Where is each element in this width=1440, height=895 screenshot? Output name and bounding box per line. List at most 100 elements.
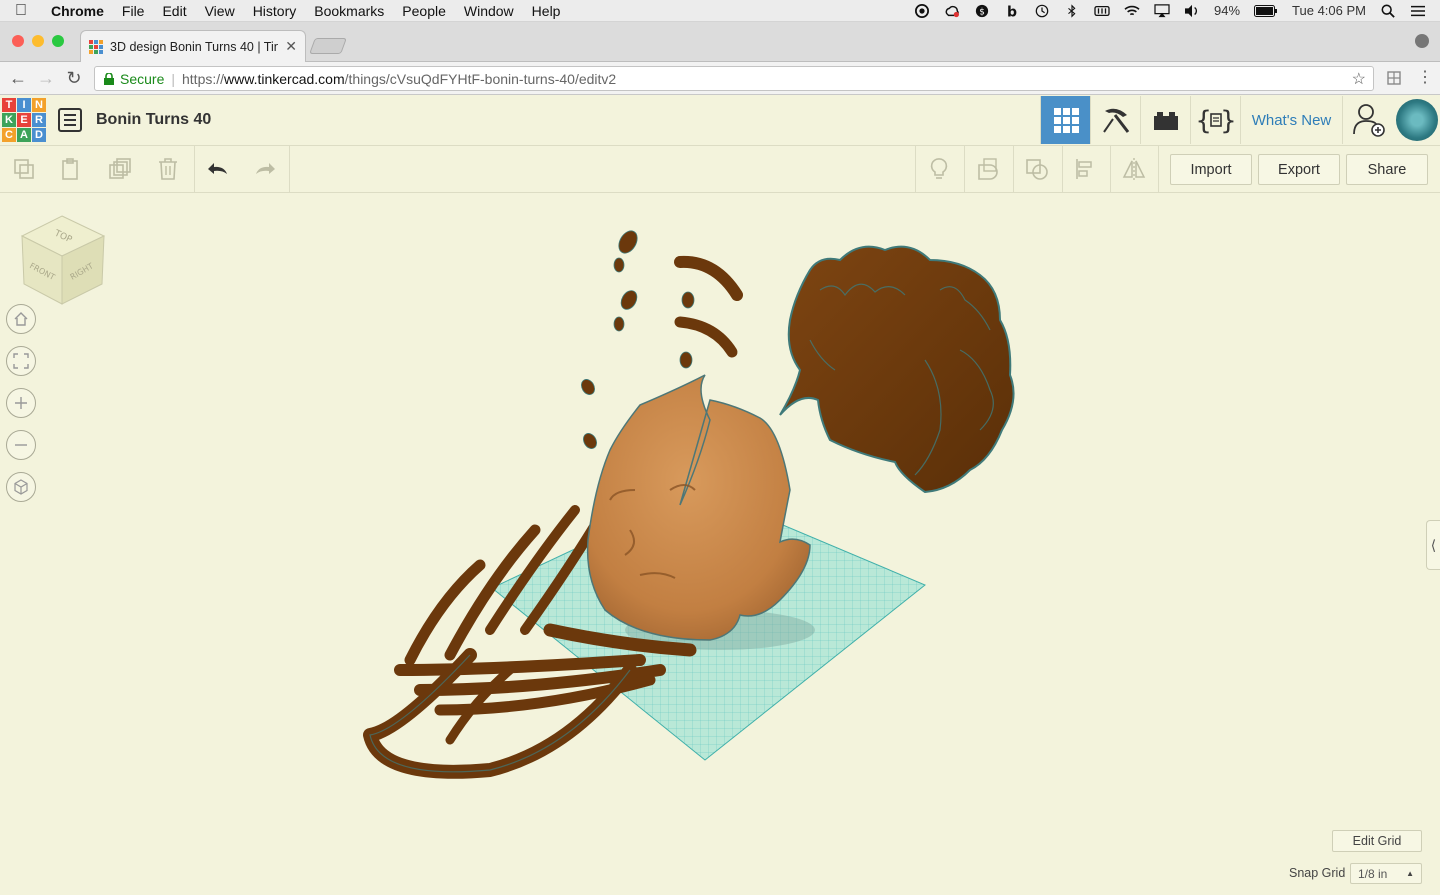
hair-shape[interactable] [779,245,1015,494]
add-user-button[interactable] [1342,96,1394,144]
delete-button[interactable] [144,146,191,192]
snap-grid-select[interactable]: 1/8 in ▲ [1350,863,1422,884]
pickaxe-icon [1102,108,1129,133]
dollar-circle-icon[interactable]: $ [974,4,990,18]
logo-letter: A [17,128,31,142]
user-avatar[interactable] [1394,96,1440,144]
extension-icon[interactable] [1387,71,1401,85]
reload-icon[interactable]: ↻ [60,68,88,89]
undo-button[interactable] [194,146,241,192]
redo-icon [255,163,275,174]
add-person-icon [1352,104,1385,137]
tab-title: 3D design Bonin Turns 40 | Tinkercad [110,39,279,54]
address-bar[interactable]: Secure | https:// www.tinkercad.com /thi… [94,66,1374,91]
browser-tab-active[interactable]: 3D design Bonin Turns 40 | Tinkercad ✕ [80,30,306,62]
system-menu-bar:  Chrome File Edit View History Bookmark… [0,0,1440,22]
menu-bookmarks[interactable]: Bookmarks [305,3,393,19]
zoom-out-button[interactable] [6,430,36,460]
face-shape[interactable] [586,374,811,641]
forward-arrow-icon[interactable]: → [32,68,60,89]
import-button[interactable]: Import [1170,154,1252,185]
minecraft-view-button[interactable] [1090,96,1140,144]
menu-history[interactable]: History [244,3,306,19]
mirror-button[interactable] [1110,146,1157,192]
codeblocks-button[interactable]: { } [1190,96,1240,144]
battery-icon[interactable] [1254,4,1278,18]
bluetooth-icon[interactable] [1064,3,1080,18]
ungroup-icon [1026,159,1048,180]
chrome-menu-icon[interactable]: ⋮ [1417,67,1433,87]
apple-menu-icon[interactable]:  [0,2,42,20]
paste-button[interactable] [47,146,94,192]
logo-letter: K [2,113,16,127]
duplicate-icon [108,158,131,179]
menu-edit[interactable]: Edit [153,3,195,19]
share-button[interactable]: Share [1346,154,1428,185]
align-button[interactable] [1062,146,1109,192]
lightbulb-icon [930,158,948,179]
record-icon[interactable] [914,3,930,18]
menu-window[interactable]: Window [455,3,523,19]
undo-icon [208,163,227,174]
minus-icon [15,444,27,446]
3d-view-button[interactable] [1040,96,1090,144]
svg-text:b: b [1007,4,1017,18]
snap-grid-value: 1/8 in [1358,866,1388,881]
tinkercad-logo[interactable]: T I N K E R C A D [2,98,46,142]
creative-cloud-icon[interactable] [944,4,960,18]
window-minimize-button[interactable] [32,35,44,47]
menu-help[interactable]: Help [523,3,570,19]
redo-button[interactable] [241,146,288,192]
bricks-view-button[interactable] [1140,96,1190,144]
toolbar-divider [1158,146,1159,192]
url-scheme: https:// [182,70,225,87]
window-close-button[interactable] [12,35,24,47]
menu-people[interactable]: People [393,3,455,19]
airplay-icon[interactable] [1154,3,1170,18]
window-zoom-button[interactable] [52,35,64,47]
wifi-icon[interactable] [1124,4,1140,18]
menubar-clock[interactable]: Tue 4:06 PM [1292,3,1366,18]
time-machine-icon[interactable] [1034,4,1050,18]
b-app-icon[interactable]: b [1004,4,1020,18]
new-tab-button[interactable] [309,38,347,54]
edit-grid-button[interactable]: Edit Grid [1332,830,1422,852]
logo-letter: T [2,98,16,112]
export-button[interactable]: Export [1258,154,1340,185]
notes-button[interactable] [915,146,962,192]
editor-toolbar: Import Export Share [0,146,1440,193]
svg-text:$: $ [979,7,985,17]
design-title[interactable]: Bonin Turns 40 [96,111,211,129]
cube-icon [14,479,28,495]
battery-percent: 94% [1214,3,1241,18]
shapes-panel-toggle[interactable]: ⟨ [1426,520,1440,570]
menu-view[interactable]: View [196,3,244,19]
menu-app-chrome[interactable]: Chrome [42,3,113,19]
menu-file[interactable]: File [113,3,154,19]
group-button[interactable] [964,146,1011,192]
bookmark-star-icon[interactable]: ☆ [1352,69,1366,89]
fit-view-button[interactable] [6,346,36,376]
volume-icon[interactable] [1184,4,1200,18]
perspective-toggle-button[interactable] [6,472,36,502]
logo-letter: I [17,98,31,112]
workplane-3d-scene[interactable] [340,200,1040,790]
duplicate-button[interactable] [96,146,143,192]
back-arrow-icon[interactable]: ← [4,68,32,89]
notification-center-icon[interactable] [1410,4,1426,18]
spotlight-search-icon[interactable] [1380,4,1396,18]
home-view-button[interactable] [6,304,36,334]
logo-letter: E [17,113,31,127]
omnibox-separator: | [171,70,175,87]
memory-icon[interactable] [1094,4,1110,18]
group-icon [978,158,998,180]
chrome-profile-icon[interactable] [1415,34,1429,48]
zoom-in-button[interactable] [6,388,36,418]
tab-close-icon[interactable]: ✕ [285,38,297,55]
design-list-icon[interactable] [58,108,82,132]
copy-button[interactable] [0,146,47,192]
toolbar-divider [289,146,290,192]
view-cube[interactable]: TOP FRONT RIGHT [18,210,108,310]
ungroup-button[interactable] [1013,146,1060,192]
whats-new-link[interactable]: What's New [1240,96,1342,144]
